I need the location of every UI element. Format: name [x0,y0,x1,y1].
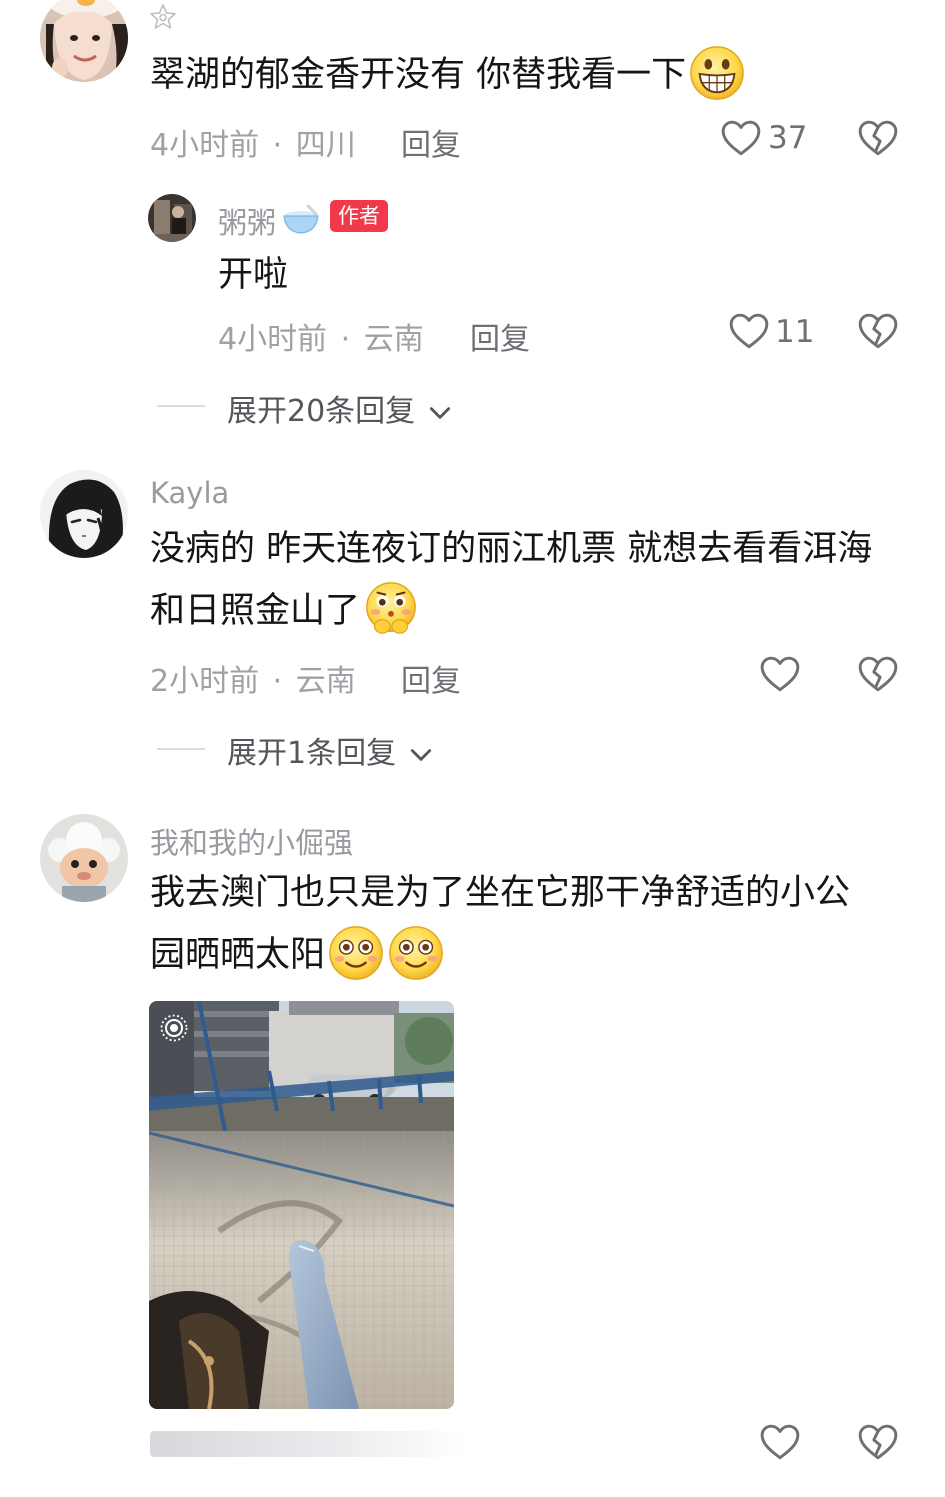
heart-outline-icon[interactable] [759,654,801,696]
heart-outline-icon[interactable] [720,118,762,160]
comment-item: 翠湖的郁金香开没有 你替我看一下 4小时前 · 四川 回复 37 [0,0,945,180]
comment-text: 翠湖的郁金香开没有 你替我看一下 [150,44,746,106]
heart-outline-icon[interactable] [759,1422,801,1464]
comment-meta: 4小时前 · 云南 [218,322,424,357]
comment-item: Kayla 没病的 昨天连夜订的丽江机票 就想去看看洱海 和日照金山了 2小时前… [0,460,945,780]
comment-text-line: 和日照金山了 [150,580,420,642]
like-count: 11 [775,314,815,350]
reply-item: 粥粥 作者 开啦 4小时前 · 云南 回复 11 展开20条回复 [0,180,945,430]
chevron-down-icon [427,400,453,426]
like-count: 37 [768,120,808,156]
author-name[interactable]: Kayla [150,476,229,510]
broken-heart-icon[interactable] [857,654,899,696]
expand-replies-button[interactable]: 展开20条回复 [227,386,453,430]
comment-text-line: 我去澳门也只是为了坐在它那干净舒适的小公 [150,873,851,913]
broken-heart-icon[interactable] [857,311,899,353]
chevron-down-icon [408,742,434,768]
avatar[interactable] [40,470,128,558]
avatar[interactable] [40,0,128,82]
photo-attachment[interactable] [149,1001,454,1409]
loading-placeholder [150,1431,468,1457]
live-photo-icon[interactable] [159,1013,189,1043]
divider [157,405,205,407]
reply-button[interactable]: 回复 [470,314,530,358]
avatar[interactable] [40,814,128,902]
broken-heart-icon[interactable] [857,1422,899,1464]
comment-item: 我和我的小倔强 我去澳门也只是为了坐在它那干净舒适的小公 园晒晒太阳 [0,800,945,1497]
expand-replies-button[interactable]: 展开1条回复 [227,728,434,772]
avatar[interactable] [148,194,196,242]
grinning-emoji [688,44,746,102]
smiling-emoji [387,924,445,982]
author-name[interactable]: 粥粥 [218,200,276,242]
broken-heart-icon[interactable] [857,118,899,160]
comment-text-line: 没病的 昨天连夜订的丽江机票 就想去看看洱海 [150,529,873,569]
reply-button[interactable]: 回复 [401,656,461,700]
comment-text: 开啦 [218,255,289,295]
heart-outline-icon[interactable] [728,311,770,353]
star-icon [148,2,178,32]
comment-text-line: 园晒晒太阳 [150,924,445,986]
author-badge: 作者 [330,200,388,232]
divider [157,748,205,750]
comment-meta: 4小时前 · 四川 [150,128,356,163]
smiling-emoji [327,924,385,982]
reply-button[interactable]: 回复 [401,120,461,164]
author-name[interactable]: 我和我的小倔强 [150,820,353,862]
comment-meta: 2小时前 · 云南 [150,664,356,699]
bowl-emoji [282,202,320,236]
shy-emoji [362,580,420,638]
